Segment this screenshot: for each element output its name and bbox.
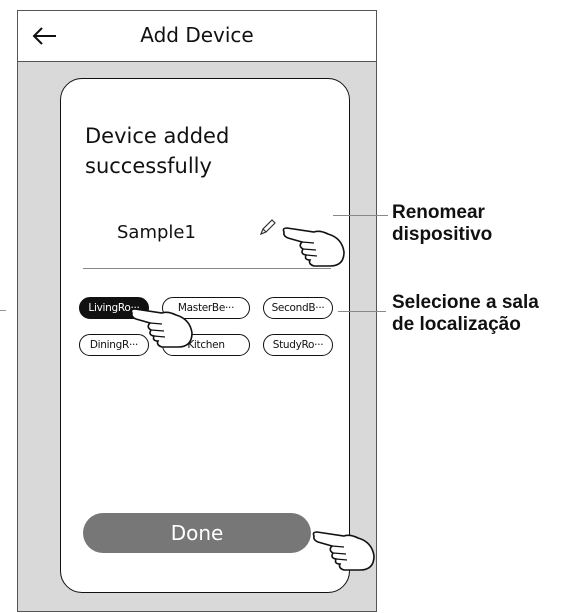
device-name: Sample1 <box>117 222 196 243</box>
rename-leader-line <box>333 215 388 216</box>
room-chip-second[interactable]: SecondB··· <box>263 297 333 319</box>
pointing-hand-icon <box>312 531 375 571</box>
room-chip-study[interactable]: StudyRo··· <box>263 334 333 356</box>
success-message: Device added successfully <box>85 124 230 178</box>
page-title: Add Device <box>140 23 254 47</box>
pointing-hand-icon <box>282 227 345 267</box>
success-card: Device added successfully Sample1 Living… <box>60 78 350 593</box>
select-room-annotation: Selecione a sala de localização <box>392 292 539 335</box>
pointing-hand-icon <box>130 308 193 348</box>
room-leader-line <box>338 311 386 312</box>
edit-pencil-icon[interactable] <box>257 216 279 238</box>
edge-mark <box>0 310 6 311</box>
done-button[interactable]: Done <box>83 513 311 553</box>
top-bar: Add Device <box>18 11 376 62</box>
rename-annotation: Renomear dispositivo <box>392 202 493 245</box>
